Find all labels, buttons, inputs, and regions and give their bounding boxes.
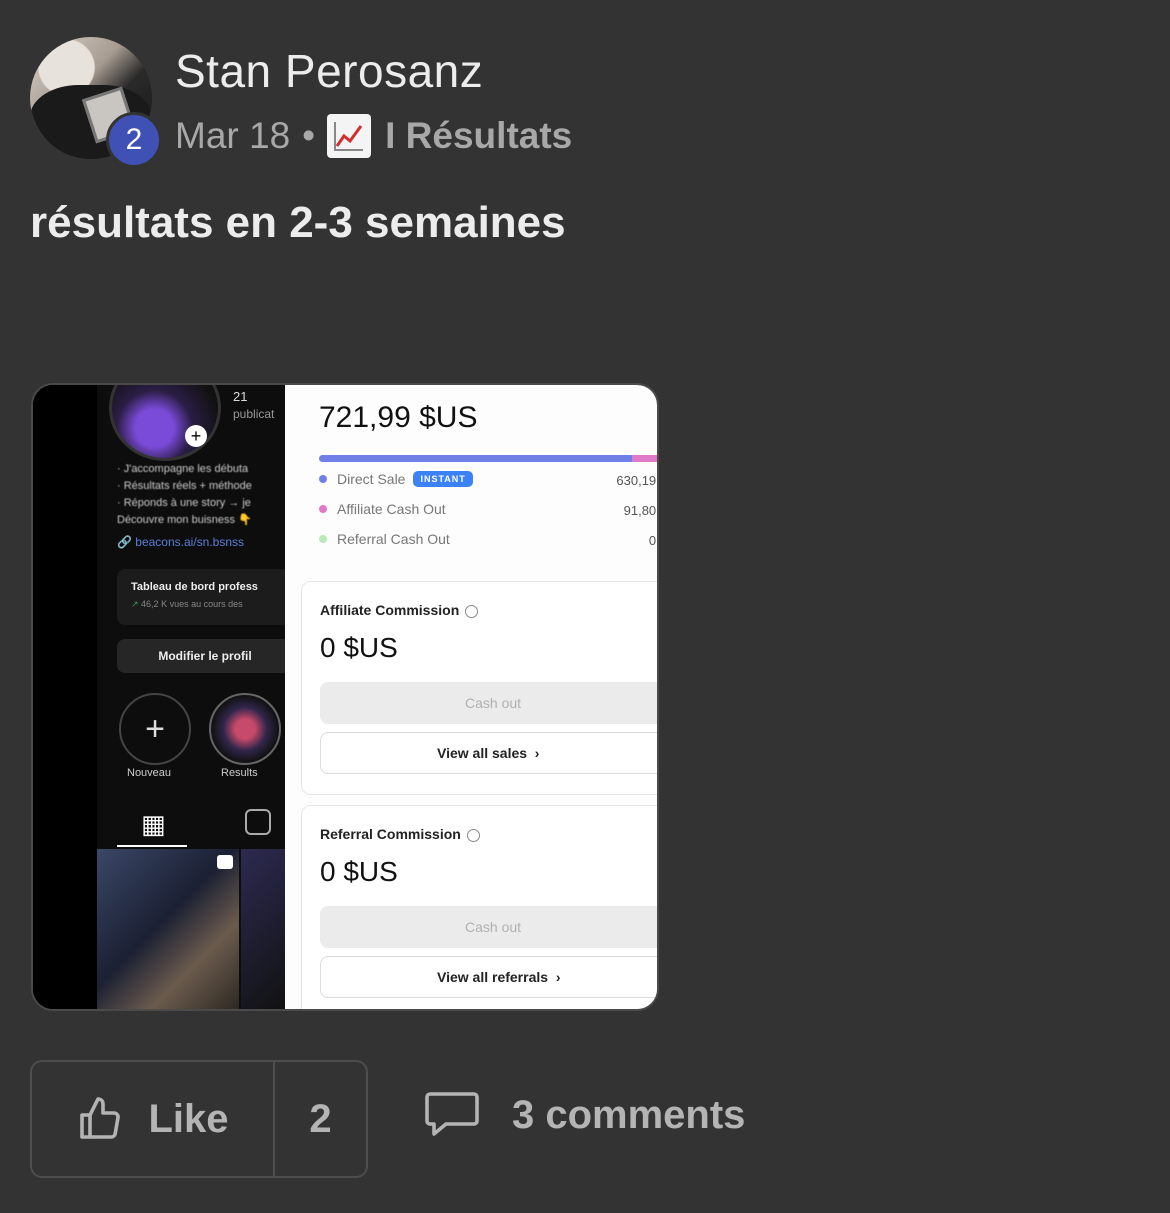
post-category[interactable]: I Résultats [385, 115, 572, 157]
like-label: Like [148, 1096, 229, 1141]
payout-amount: 630,19 $ [616, 473, 657, 488]
referral-value: 0 $US [320, 856, 398, 887]
cash-out-button: Cash out [320, 682, 657, 724]
instagram-profile-panel: + 21 publicat · J'accompagne les débuta … [33, 385, 293, 1009]
attachment-image[interactable]: + 21 publicat · J'accompagne les débuta … [31, 383, 659, 1011]
edit-profile-button: Modifier le profil [117, 639, 293, 673]
comments-button[interactable]: 3 comments [424, 1090, 745, 1140]
post-thumbnail [241, 849, 285, 1009]
profile-bio: · J'accompagne les débuta · Résultats ré… [117, 463, 252, 526]
info-icon [466, 828, 480, 842]
post-date: Mar 18 [175, 115, 291, 156]
like-button[interactable]: Like [32, 1062, 275, 1176]
post-title: résultats en 2-3 semaines [30, 198, 566, 247]
chart-increasing-icon [327, 114, 372, 158]
payout-row: Referral Cash Out [319, 531, 450, 547]
stan-store-panel: 721,99 $US Direct Sale INSTANT 630,19 $ … [285, 385, 657, 1009]
profile-link: 🔗 beacons.ai/sn.bsnss [117, 535, 245, 549]
grid-icon: ▦ [141, 809, 166, 839]
thumbs-up-icon [80, 1097, 121, 1139]
dashboard-card: Tableau de bord profess ↗ 46,2 K vues au… [117, 569, 293, 625]
results-highlight [209, 693, 281, 765]
payout-amount: 91,80 $ [623, 503, 657, 518]
payout-row: Direct Sale INSTANT [319, 471, 473, 487]
post-meta: Mar 18 • I Résultats [175, 114, 572, 158]
referral-title: Referral Commission [320, 826, 480, 842]
new-highlight-icon: + [119, 693, 191, 765]
like-count[interactable]: 2 [275, 1062, 366, 1176]
view-all-referrals-button: View all referrals › [320, 956, 657, 998]
affiliate-value: 0 $US [320, 632, 398, 663]
play-icon [217, 855, 233, 869]
dashboard-title: Tableau de bord profess [131, 581, 258, 593]
payout-bar [319, 455, 657, 462]
info-icon [465, 604, 479, 618]
instant-badge: INSTANT [413, 471, 473, 487]
like-button-group: Like 2 [30, 1060, 368, 1178]
referral-commission-card: Referral Commission 0 $US Cash out View … [301, 805, 657, 1009]
payout-amount: 0 $ [648, 533, 657, 548]
reels-icon [245, 809, 271, 835]
add-story-icon: + [185, 425, 207, 447]
total-payout: 721,99 $US [319, 401, 478, 434]
posts-count: 21 [233, 389, 248, 404]
highlight-results-label: Results [221, 767, 258, 779]
comments-label: 3 comments [512, 1092, 746, 1137]
meta-separator: • [302, 115, 316, 156]
profile-picture [109, 385, 221, 461]
affiliate-title: Affiliate Commission [320, 602, 479, 618]
highlight-new-label: Nouveau [127, 767, 172, 779]
author-name[interactable]: Stan Perosanz [175, 44, 483, 98]
cash-out-button: Cash out [320, 906, 657, 948]
view-all-sales-button: View all sales › [320, 732, 657, 774]
payout-row: Affiliate Cash Out [319, 501, 446, 517]
level-badge: 2 [106, 112, 162, 168]
posts-label: publicat [233, 407, 275, 421]
dashboard-sub: ↗ 46,2 K vues au cours des [131, 599, 243, 609]
comment-icon [425, 1092, 479, 1136]
affiliate-commission-card: Affiliate Commission 0 $US Cash out View… [301, 581, 657, 795]
post-thumbnail [97, 849, 239, 1009]
link-icon: 🔗 [117, 535, 136, 549]
